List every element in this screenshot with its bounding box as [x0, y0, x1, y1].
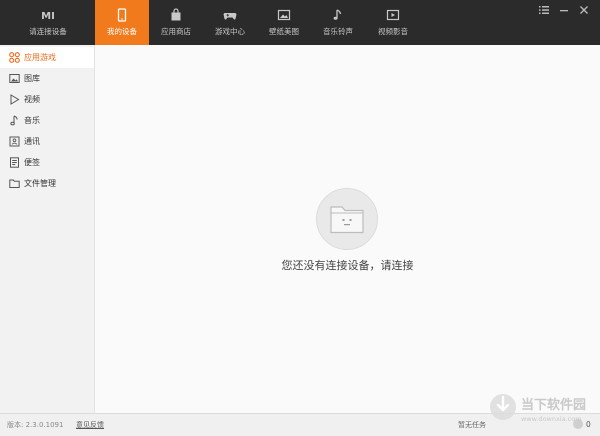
play-icon [9, 94, 20, 105]
sidebar-item-video[interactable]: 视频 [0, 89, 94, 110]
tab-app-store[interactable]: 应用商店 [149, 0, 203, 45]
tab-music-ringtones[interactable]: 音乐铃声 [311, 0, 365, 45]
shopping-bag-icon [169, 8, 183, 22]
phone-icon [115, 8, 129, 22]
empty-folder-icon [330, 206, 364, 234]
svg-text:MI: MI [41, 11, 55, 22]
sidebar-item-label: 便签 [24, 158, 40, 167]
sidebar: 应用游戏 图库 视频 音乐 通讯 便签 文件管理 [0, 45, 95, 413]
svg-text:当下软件园: 当下软件园 [521, 397, 586, 413]
main-content: 您还没有连接设备，请连接 [95, 45, 600, 413]
sidebar-item-label: 文件管理 [24, 179, 56, 188]
gamepad-icon [223, 8, 237, 22]
top-navigation-bar: MI 请连接设备 我的设备 应用商店 游戏中心 壁纸美图 音乐铃声 视频影音 [0, 0, 600, 45]
music-icon [9, 115, 20, 126]
tab-label: 应用商店 [161, 27, 191, 36]
sidebar-item-label: 音乐 [24, 116, 40, 125]
watermark-logo: 当下软件园 www.downxia.com [488, 384, 596, 432]
sidebar-item-gallery[interactable]: 图库 [0, 68, 94, 89]
note-icon [9, 157, 20, 168]
minimize-icon[interactable] [558, 5, 570, 17]
tab-label: 视频影音 [378, 27, 408, 36]
tab-label: 壁纸美图 [269, 27, 299, 36]
tab-game-center[interactable]: 游戏中心 [203, 0, 257, 45]
sidebar-item-label: 通讯 [24, 137, 40, 146]
picture-icon [277, 8, 291, 22]
tab-wallpapers[interactable]: 壁纸美图 [257, 0, 311, 45]
feedback-link[interactable]: 意见反馈 [76, 420, 104, 430]
sidebar-item-music[interactable]: 音乐 [0, 110, 94, 131]
downxia-logo-icon: 当下软件园 www.downxia.com [490, 394, 586, 423]
sidebar-item-notes[interactable]: 便签 [0, 152, 94, 173]
sidebar-item-label: 视频 [24, 95, 40, 104]
empty-state-message: 您还没有连接设备，请连接 [281, 259, 414, 272]
sidebar-item-contacts[interactable]: 通讯 [0, 131, 94, 152]
task-status: 暂无任务 [458, 421, 486, 429]
svg-text:www.downxia.com: www.downxia.com [521, 415, 582, 423]
tab-label: 游戏中心 [215, 27, 245, 36]
tab-label: 我的设备 [107, 27, 137, 36]
tab-video[interactable]: 视频影音 [366, 0, 420, 45]
version-label: 版本: 2.3.0.1091 [7, 421, 64, 429]
apps-grid-icon [9, 52, 20, 63]
sidebar-item-apps-games[interactable]: 应用游戏 [0, 47, 94, 68]
tab-label: 音乐铃声 [323, 27, 353, 36]
menu-icon[interactable] [538, 5, 550, 17]
sidebar-item-label: 图库 [24, 74, 40, 83]
tab-label: 请连接设备 [29, 27, 67, 36]
close-icon[interactable] [578, 5, 590, 17]
no-device-illustration [316, 188, 378, 250]
gallery-icon [9, 73, 20, 84]
window-controls [538, 5, 594, 17]
mi-logo-icon: MI [41, 8, 55, 22]
music-note-icon [331, 8, 345, 22]
tab-connect-device[interactable]: MI 请连接设备 [21, 0, 75, 45]
sidebar-item-label: 应用游戏 [24, 53, 56, 62]
folder-icon [9, 178, 20, 189]
sidebar-item-file-manager[interactable]: 文件管理 [0, 173, 94, 194]
contacts-icon [9, 136, 20, 147]
video-play-icon [386, 8, 400, 22]
tab-my-device[interactable]: 我的设备 [95, 0, 149, 45]
